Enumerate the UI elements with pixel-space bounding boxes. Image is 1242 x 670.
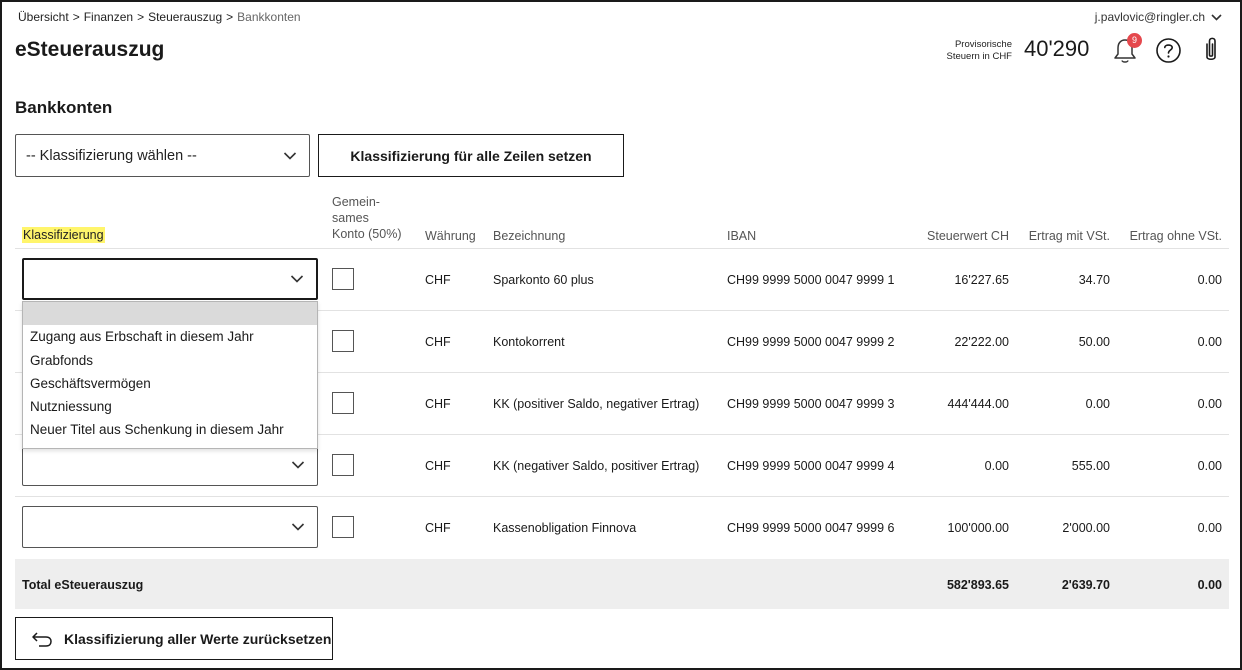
- dropdown-option-nutzniessung[interactable]: Nutzniessung: [23, 395, 317, 418]
- paperclip-icon: [1206, 37, 1216, 61]
- row-divider: [15, 248, 1229, 249]
- cell-iban: CH99 9999 5000 0047 9999 6: [727, 521, 895, 535]
- cell-bezeichnung: KK (positiver Saldo, negativer Ertrag): [493, 397, 700, 411]
- cell-bezeichnung: Sparkonto 60 plus: [493, 273, 594, 287]
- tax-label: Provisorische Steuern in CHF: [932, 39, 1012, 63]
- header-iban: IBAN: [727, 229, 757, 243]
- tax-value: 40'290: [1024, 36, 1090, 61]
- cell-bezeichnung: Kassenobligation Finnova: [493, 521, 637, 535]
- section-title: Bankkonten: [15, 98, 113, 117]
- breadcrumb-separator: >: [137, 10, 145, 24]
- chevron-down-icon: [290, 275, 304, 283]
- cell-waehrung: CHF: [425, 521, 451, 535]
- breadcrumb-current: Bankkonten: [237, 10, 301, 24]
- breadcrumb-item-finanzen[interactable]: Finanzen: [84, 10, 133, 24]
- cell-ertrag-mit-vst: 2'000.00: [1062, 521, 1110, 535]
- cell-iban: CH99 9999 5000 0047 9999 1: [727, 273, 895, 287]
- cell-ertrag-mit-vst: 34.70: [1078, 273, 1110, 287]
- user-menu[interactable]: j.pavlovic@ringler.ch: [1095, 10, 1222, 24]
- dropdown-option-erbschaft[interactable]: Zugang aus Erbschaft in diesem Jahr: [23, 325, 317, 348]
- row-divider: [15, 496, 1229, 497]
- row-classification-select[interactable]: [22, 444, 318, 486]
- breadcrumb: Übersicht > Finanzen > Steuerauszug > Bankkont…: [18, 10, 301, 24]
- shared-account-checkbox[interactable]: [332, 516, 354, 538]
- bulk-classification-select[interactable]: -- Klassifizierung wählen --: [15, 134, 310, 177]
- cell-iban: CH99 9999 5000 0047 9999 3: [727, 397, 895, 411]
- cell-steuerwert: 22'222.00: [954, 335, 1009, 349]
- tax-label-line1: Provisorische: [954, 39, 1012, 50]
- attachments-button[interactable]: [1198, 35, 1224, 65]
- total-steuerwert: 582'893.65: [946, 578, 1009, 592]
- total-ertrag-ohne-vst: 0.00: [1197, 578, 1222, 592]
- reset-classification-label: Klassifizierung aller Werte zurücksetzen: [64, 630, 332, 647]
- header-ertrag-mit-vst: Ertrag mit VSt.: [1028, 229, 1110, 243]
- cell-waehrung: CHF: [425, 459, 451, 473]
- header-waehrung: Währung: [425, 229, 476, 243]
- breadcrumb-item-steuerauszug[interactable]: Steuerauszug: [148, 10, 222, 24]
- cell-iban: CH99 9999 5000 0047 9999 2: [727, 335, 895, 349]
- app-window: Übersicht > Finanzen > Steuerauszug > Bankkont…: [0, 0, 1242, 670]
- header-klassifizierung[interactable]: Klassifizierung: [22, 227, 105, 243]
- shared-account-checkbox[interactable]: [332, 268, 354, 290]
- cell-ertrag-ohne-vst: 0.00: [1197, 521, 1222, 535]
- row-classification-select[interactable]: [22, 258, 318, 300]
- breadcrumb-item-uebersicht[interactable]: Übersicht: [18, 10, 69, 24]
- cell-ertrag-ohne-vst: 0.00: [1197, 335, 1222, 349]
- dropdown-option-schenkung[interactable]: Neuer Titel aus Schenkung in diesem Jahr: [23, 418, 317, 441]
- cell-steuerwert: 100'000.00: [947, 521, 1009, 535]
- breadcrumb-separator: >: [72, 10, 80, 24]
- cell-steuerwert: 444'444.00: [947, 397, 1009, 411]
- cell-waehrung: CHF: [425, 273, 451, 287]
- cell-bezeichnung: KK (negativer Saldo, positiver Ertrag): [493, 459, 700, 473]
- cell-ertrag-mit-vst: 50.00: [1078, 335, 1110, 349]
- breadcrumb-separator: >: [226, 10, 234, 24]
- reset-classification-button[interactable]: Klassifizierung aller Werte zurücksetzen: [15, 617, 333, 660]
- header-klassifizierung-label: Klassifizierung: [22, 227, 105, 243]
- cell-ertrag-ohne-vst: 0.00: [1197, 273, 1222, 287]
- cell-waehrung: CHF: [425, 397, 451, 411]
- cell-steuerwert: 16'227.65: [954, 273, 1009, 287]
- user-email: j.pavlovic@ringler.ch: [1094, 10, 1205, 24]
- help-button[interactable]: [1155, 37, 1182, 64]
- chevron-down-icon: [291, 461, 305, 469]
- cell-ertrag-ohne-vst: 0.00: [1197, 459, 1222, 473]
- cell-ertrag-mit-vst: 0.00: [1085, 397, 1110, 411]
- dropdown-option-empty[interactable]: [23, 302, 317, 326]
- header-bezeichnung: Bezeichnung: [493, 229, 566, 243]
- total-ertrag-mit-vst: 2'639.70: [1061, 578, 1110, 592]
- header-gemeinsames-konto: Gemein- sames Konto (50%): [332, 194, 401, 242]
- total-label: Total eSteuerauszug: [22, 578, 144, 592]
- shared-account-checkbox[interactable]: [332, 330, 354, 352]
- cell-ertrag-mit-vst: 555.00: [1071, 459, 1110, 473]
- row-classification-select[interactable]: [22, 506, 318, 548]
- cell-steuerwert: 0.00: [984, 459, 1009, 473]
- help-icon: [1156, 38, 1181, 63]
- chevron-down-icon: [1211, 13, 1222, 21]
- cell-waehrung: CHF: [425, 335, 451, 349]
- chevron-down-icon: [283, 151, 297, 160]
- dropdown-option-geschaeftsvermoegen[interactable]: Geschäftsvermögen: [23, 372, 317, 395]
- set-all-rows-button[interactable]: Klassifizierung für alle Zeilen setzen: [318, 134, 624, 177]
- cell-bezeichnung: Kontokorrent: [493, 335, 565, 349]
- shared-account-checkbox[interactable]: [332, 392, 354, 414]
- cell-ertrag-ohne-vst: 0.00: [1197, 397, 1222, 411]
- page-title: eSteuerauszug: [15, 38, 165, 61]
- cell-iban: CH99 9999 5000 0047 9999 4: [727, 459, 895, 473]
- bulk-classification-value: -- Klassifizierung wählen --: [26, 147, 197, 164]
- undo-arrow-icon: [32, 631, 52, 647]
- dropdown-option-grabfonds[interactable]: Grabfonds: [23, 349, 317, 372]
- header-gemeinsam-line3: Konto (50%): [332, 227, 402, 241]
- shared-account-checkbox[interactable]: [332, 454, 354, 476]
- header-ertrag-ohne-vst: Ertrag ohne VSt.: [1129, 229, 1222, 243]
- header-steuerwert: Steuerwert CH: [927, 229, 1009, 243]
- header-gemeinsam-line2: sames: [332, 211, 369, 225]
- tax-label-line2: Steuern in CHF: [946, 51, 1012, 62]
- chevron-down-icon: [291, 523, 305, 531]
- classification-dropdown[interactable]: Zugang aus Erbschaft in diesem Jahr Grab…: [22, 301, 318, 449]
- notification-badge: 9: [1127, 33, 1142, 48]
- header-gemeinsam-line1: Gemein-: [332, 195, 380, 209]
